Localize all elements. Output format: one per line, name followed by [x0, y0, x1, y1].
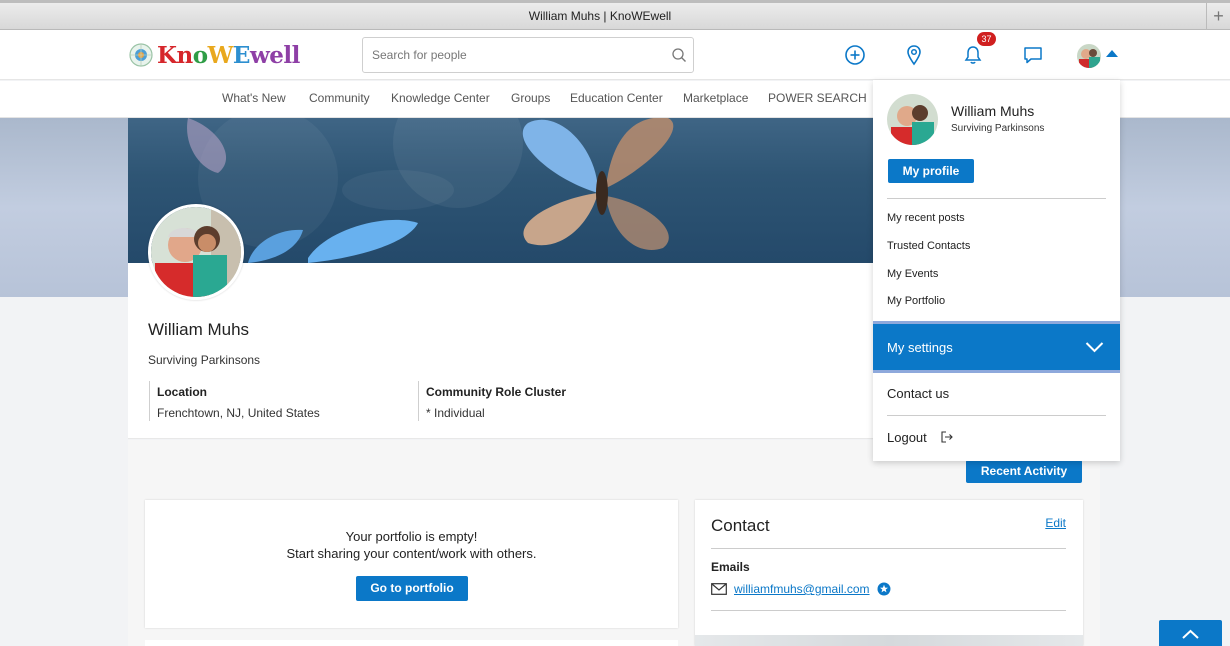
menu-item-contact-us[interactable]: Contact us — [887, 386, 949, 401]
menu-item-trusted-contacts[interactable]: Trusted Contacts — [887, 240, 970, 252]
menu-item-my-events[interactable]: My Events — [887, 268, 938, 280]
search-input[interactable] — [363, 38, 663, 72]
contact-map-preview — [695, 635, 1083, 646]
recent-activity-button[interactable]: Recent Activity — [966, 460, 1082, 483]
search-box[interactable] — [362, 37, 694, 73]
add-circle-icon[interactable] — [844, 44, 866, 66]
account-dropdown-menu: William Muhs Surviving Parkinsons My pro… — [873, 80, 1120, 461]
dropdown-user-tagline: Surviving Parkinsons — [951, 123, 1045, 134]
menu-item-my-settings[interactable]: My settings — [873, 321, 1120, 373]
my-profile-button[interactable]: My profile — [888, 159, 974, 183]
emails-label: Emails — [711, 560, 750, 574]
chat-icon[interactable] — [1022, 44, 1044, 66]
email-link[interactable]: williamfmuhs@gmail.com — [734, 582, 870, 596]
globe-logo-icon — [129, 43, 153, 67]
go-to-portfolio-button[interactable]: Go to portfolio — [356, 576, 468, 601]
nav-item-power-search[interactable]: POWER SEARCH — [768, 91, 867, 105]
dropdown-user-name: William Muhs — [951, 103, 1035, 119]
window-titlebar: William Muhs | KnoWEwell + — [0, 0, 1230, 30]
contact-panel: Contact Edit Emails williamfmuhs@gmail.c… — [695, 500, 1083, 646]
menu-item-logout[interactable]: Logout — [887, 430, 927, 445]
profile-avatar[interactable] — [148, 204, 244, 300]
field-label: Community Role Cluster — [426, 385, 567, 399]
bell-icon[interactable] — [962, 44, 984, 66]
profile-tagline: Surviving Parkinsons — [148, 353, 261, 367]
profile-name: William Muhs — [148, 320, 250, 339]
divider — [711, 548, 1066, 549]
logout-icon — [941, 431, 953, 443]
menu-item-my-portfolio[interactable]: My Portfolio — [887, 295, 945, 307]
new-tab-plus-icon[interactable]: + — [1206, 3, 1230, 30]
divider — [711, 610, 1066, 611]
chevron-up-icon — [1182, 629, 1199, 639]
contact-title: Contact — [711, 516, 770, 535]
window-title: William Muhs | KnoWEwell — [528, 9, 672, 23]
nav-item-whats-new[interactable]: What's New — [222, 91, 286, 105]
notification-count-badge: 37 — [977, 32, 996, 46]
location-pin-icon[interactable] — [903, 44, 925, 66]
verified-star-icon — [877, 582, 891, 596]
portfolio-panel: Your portfolio is empty! Start sharing y… — [145, 500, 678, 628]
field-value: * Individual — [426, 406, 485, 420]
nav-item-community[interactable]: Community — [309, 91, 370, 105]
divider — [887, 415, 1106, 416]
nav-item-groups[interactable]: Groups — [511, 91, 550, 105]
profile-field-role-cluster: Community Role Cluster * Individual — [418, 381, 658, 421]
nav-item-marketplace[interactable]: Marketplace — [683, 91, 748, 105]
mail-icon — [711, 583, 727, 595]
profile-field-location: Location Frenchtown, NJ, United States — [149, 381, 409, 421]
field-value: Frenchtown, NJ, United States — [157, 406, 320, 420]
logo-wordmark: KnoWEwell — [157, 41, 300, 69]
divider — [887, 198, 1106, 199]
portfolio-empty-subtitle: Start sharing your content/work with oth… — [286, 546, 537, 561]
caret-up-icon[interactable] — [1106, 50, 1118, 57]
scroll-to-top-button[interactable] — [1159, 620, 1222, 646]
contact-edit-link[interactable]: Edit — [1045, 516, 1066, 530]
my-settings-label: My settings — [887, 340, 953, 355]
portfolio-empty-title: Your portfolio is empty! — [345, 529, 478, 544]
next-panel-edge — [145, 640, 678, 646]
user-avatar-small[interactable] — [1077, 44, 1101, 68]
site-logo[interactable]: KnoWEwell — [128, 41, 300, 69]
site-header: KnoWEwell 37 — [0, 30, 1230, 80]
menu-item-my-recent-posts[interactable]: My recent posts — [887, 212, 965, 224]
field-label: Location — [157, 385, 207, 399]
chevron-down-icon — [1085, 342, 1104, 353]
search-icon[interactable] — [671, 47, 687, 63]
dropdown-avatar — [887, 94, 938, 145]
nav-item-education-center[interactable]: Education Center — [570, 91, 663, 105]
nav-item-knowledge-center[interactable]: Knowledge Center — [391, 91, 490, 105]
